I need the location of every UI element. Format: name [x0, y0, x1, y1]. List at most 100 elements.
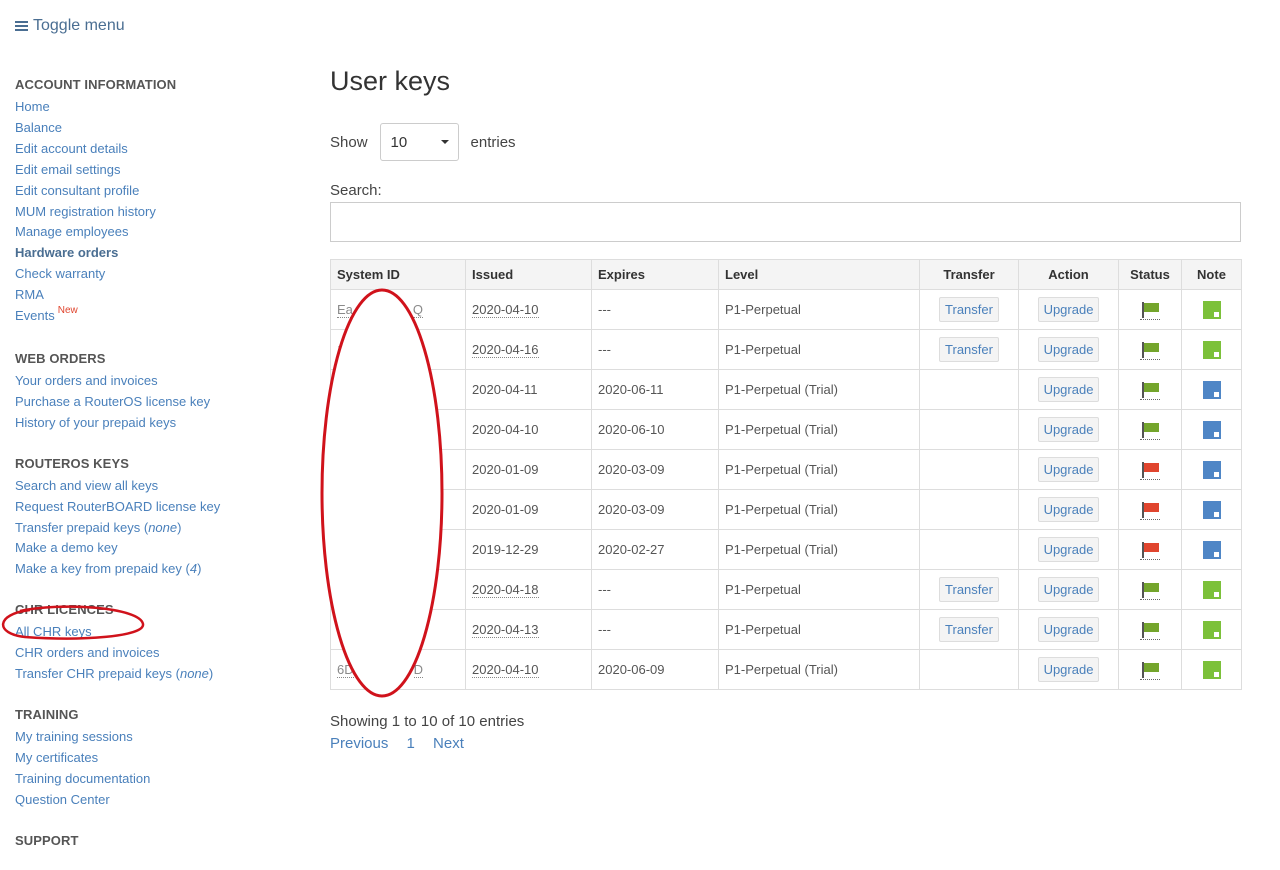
- upgrade-button[interactable]: Upgrade: [1037, 417, 1100, 442]
- transfer-button[interactable]: Transfer: [939, 297, 999, 322]
- sidebar-item-edit-account-details[interactable]: Edit account details: [15, 139, 305, 160]
- sidebar-item-training-sessions[interactable]: My training sessions: [15, 727, 305, 748]
- sidebar-item-all-chr-keys[interactable]: All CHR keys: [15, 622, 305, 643]
- sidebar-item-orders-invoices[interactable]: Your orders and invoices: [15, 371, 305, 392]
- red-flag-icon[interactable]: [1140, 541, 1160, 560]
- sidebar-item-certificates[interactable]: My certificates: [15, 748, 305, 769]
- upgrade-button[interactable]: Upgrade: [1037, 537, 1100, 562]
- sidebar-section-title: SUPPORT: [15, 832, 79, 848]
- column-header-status[interactable]: Status: [1118, 259, 1182, 290]
- issued-date[interactable]: 2020-04-10: [472, 662, 539, 678]
- table-header-row: System ID Issued Expires Level Transfer …: [330, 259, 1242, 290]
- green-flag-icon[interactable]: [1140, 621, 1160, 640]
- green-note-icon[interactable]: [1202, 620, 1221, 639]
- issued-date: 2020-01-09: [472, 462, 539, 477]
- upgrade-button[interactable]: Upgrade: [1037, 657, 1100, 682]
- green-flag-icon[interactable]: [1140, 341, 1160, 360]
- column-header-transfer[interactable]: Transfer: [919, 259, 1019, 290]
- red-flag-icon[interactable]: [1140, 461, 1160, 480]
- blue-note-icon[interactable]: [1202, 500, 1221, 519]
- transfer-button[interactable]: Transfer: [939, 577, 999, 602]
- sidebar-item-events[interactable]: Events New: [15, 305, 305, 329]
- sidebar-item-prepaid-history[interactable]: History of your prepaid keys: [15, 413, 305, 434]
- transfer-button[interactable]: Transfer: [939, 337, 999, 362]
- green-flag-icon[interactable]: [1140, 381, 1160, 400]
- cell-system-id: 1: [330, 329, 466, 370]
- green-note-icon[interactable]: [1202, 340, 1221, 359]
- sidebar-item-hardware-orders[interactable]: Hardware orders: [15, 243, 305, 264]
- cell-status: [1118, 289, 1182, 330]
- issued-date[interactable]: 2020-04-16: [472, 342, 539, 358]
- column-header-system-id[interactable]: System ID: [330, 259, 466, 290]
- sidebar-item-home[interactable]: Home: [15, 97, 305, 118]
- column-header-note[interactable]: Note: [1181, 259, 1242, 290]
- green-flag-icon[interactable]: [1140, 581, 1160, 600]
- issued-date[interactable]: 2020-04-10: [472, 302, 539, 318]
- issued-date[interactable]: 2020-04-18: [472, 582, 539, 598]
- cell-action: Upgrade: [1018, 409, 1119, 450]
- upgrade-button[interactable]: Upgrade: [1037, 377, 1100, 402]
- upgrade-button[interactable]: Upgrade: [1037, 577, 1100, 602]
- column-header-issued[interactable]: Issued: [465, 259, 592, 290]
- blue-note-icon[interactable]: [1202, 460, 1221, 479]
- sidebar-item-training-documentation[interactable]: Training documentation: [15, 769, 305, 790]
- cell-level: P1-Perpetual (Trial): [718, 409, 920, 450]
- sidebar-item-edit-consultant-profile[interactable]: Edit consultant profile: [15, 181, 305, 202]
- entries-select-value: 10: [390, 133, 408, 151]
- cell-system-id: 6D D: [330, 649, 466, 690]
- sidebar-item-mum-registration-history[interactable]: MUM registration history: [15, 202, 305, 223]
- column-header-action[interactable]: Action: [1018, 259, 1119, 290]
- search-input[interactable]: [330, 202, 1241, 242]
- entries-select[interactable]: 10: [379, 123, 459, 161]
- sidebar-item-manage-employees[interactable]: Manage employees: [15, 222, 305, 243]
- pagination-page-1[interactable]: 1: [407, 735, 415, 752]
- green-note-icon[interactable]: [1202, 660, 1221, 679]
- sidebar-item-make-key-from-prepaid[interactable]: Make a key from prepaid key (4): [15, 559, 305, 580]
- green-flag-icon[interactable]: [1140, 421, 1160, 440]
- sidebar-item-edit-email-settings[interactable]: Edit email settings: [15, 160, 305, 181]
- column-header-level[interactable]: Level: [718, 259, 920, 290]
- upgrade-button[interactable]: Upgrade: [1037, 337, 1100, 362]
- issued-date[interactable]: 2020-04-13: [472, 622, 539, 638]
- system-id-value[interactable]: 1: [337, 342, 345, 358]
- issued-date: 2020-01-09: [472, 502, 539, 517]
- green-flag-icon[interactable]: [1140, 661, 1160, 680]
- pagination-next[interactable]: Next: [433, 735, 464, 752]
- sidebar-section-account: ACCOUNT INFORMATION Home Balance Edit ac…: [15, 76, 305, 329]
- green-note-icon[interactable]: [1202, 580, 1221, 599]
- sidebar-item-balance[interactable]: Balance: [15, 118, 305, 139]
- sidebar-item-rma[interactable]: RMA: [15, 285, 305, 306]
- upgrade-button[interactable]: Upgrade: [1037, 297, 1100, 322]
- sidebar-item-request-routerboard-key[interactable]: Request RouterBOARD license key: [15, 497, 305, 518]
- blue-note-icon[interactable]: [1202, 420, 1221, 439]
- blue-note-icon[interactable]: [1202, 540, 1221, 559]
- toggle-menu-button[interactable]: Toggle menu: [15, 17, 125, 35]
- system-id-value[interactable]: Ea: [337, 302, 353, 318]
- blue-note-icon[interactable]: [1202, 380, 1221, 399]
- sidebar-item-search-keys[interactable]: Search and view all keys: [15, 476, 305, 497]
- system-id-value[interactable]: 6D: [337, 662, 354, 678]
- sidebar-item-make-demo-key[interactable]: Make a demo key: [15, 538, 305, 559]
- green-note-icon[interactable]: [1202, 300, 1221, 319]
- sidebar-item-question-center[interactable]: Question Center: [15, 790, 305, 811]
- upgrade-button[interactable]: Upgrade: [1037, 617, 1100, 642]
- sidebar-item-check-warranty[interactable]: Check warranty: [15, 264, 305, 285]
- system-id-value-end: Q: [412, 302, 424, 318]
- red-flag-icon[interactable]: [1140, 501, 1160, 520]
- sidebar-item-purchase-routeros-key[interactable]: Purchase a RouterOS license key: [15, 392, 305, 413]
- green-flag-icon[interactable]: [1140, 301, 1160, 320]
- upgrade-button[interactable]: Upgrade: [1037, 457, 1100, 482]
- cell-expires: 2020-06-09: [591, 649, 719, 690]
- cell-transfer: Transfer: [919, 329, 1019, 370]
- upgrade-button[interactable]: Upgrade: [1037, 497, 1100, 522]
- cell-level: P1-Perpetual (Trial): [718, 489, 920, 530]
- sidebar-item-chr-orders-invoices[interactable]: CHR orders and invoices: [15, 643, 305, 664]
- cell-note: [1181, 649, 1242, 690]
- column-header-expires[interactable]: Expires: [591, 259, 719, 290]
- transfer-button[interactable]: Transfer: [939, 617, 999, 642]
- cell-status: [1118, 369, 1182, 410]
- pagination-previous[interactable]: Previous: [330, 735, 388, 752]
- sidebar-item-transfer-prepaid-keys[interactable]: Transfer prepaid keys (none): [15, 518, 305, 539]
- sidebar-item-transfer-chr-prepaid[interactable]: Transfer CHR prepaid keys (none): [15, 664, 305, 685]
- sidebar-section-support: SUPPORT: [15, 832, 305, 849]
